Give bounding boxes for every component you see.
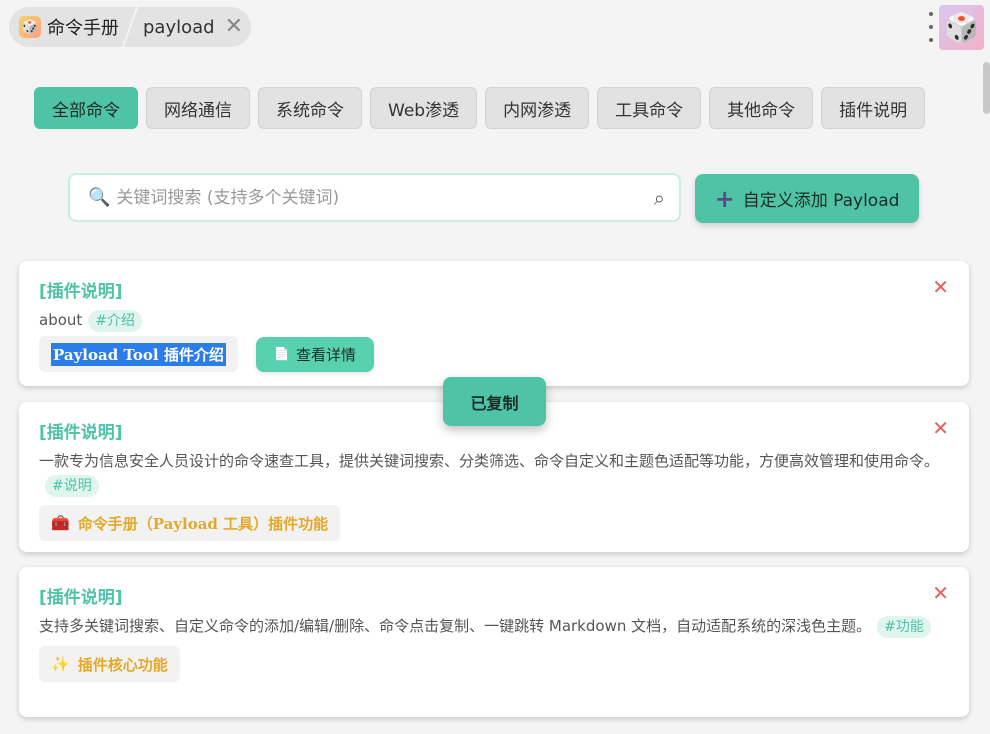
card-description: 支持多关键词搜索、自定义命令的添加/编辑/删除、命令点击复制、一键跳转 Mark… [39,614,949,638]
command-text: Payload Tool 插件介绍 [51,342,226,366]
top-bar: 🎲 命令手册 payload ✕ 🎲 [0,0,990,56]
delete-icon[interactable]: ✕ [932,416,949,440]
sparkles-icon: ✨ [51,655,70,673]
payload-tab[interactable]: payload ✕ [131,16,243,38]
command-box[interactable]: Payload Tool 插件介绍 [39,336,238,372]
tab-intranet-pentest[interactable]: 内网渗透 [485,87,590,129]
avatar[interactable]: 🎲 [939,5,984,50]
view-details-label: 查看详情 [296,345,357,364]
command-text: 命令手册（Payload 工具）插件功能 [77,514,329,533]
add-payload-label: 自定义添加 Payload [742,191,900,211]
plus-icon: + [714,184,735,213]
command-box[interactable]: ✨ 插件核心功能 [39,646,180,682]
card-description-text: 支持多关键词搜索、自定义命令的添加/编辑/删除、命令点击复制、一键跳转 Mark… [39,617,872,635]
more-menu-icon[interactable] [928,12,934,42]
dice-icon: 🎲 [944,11,979,44]
document-icon: 📄 [273,346,291,362]
card-category: [插件说明] [39,588,123,608]
card-tag: #说明 [45,475,99,497]
breadcrumb: 🎲 命令手册 payload ✕ [9,7,252,47]
app-title: 命令手册 [47,18,119,39]
view-details-button[interactable]: 📄 查看详情 [255,336,375,372]
card-description-text: 一款专为信息安全人员设计的命令速查工具，提供关键词搜索、分类筛选、命令自定义和主… [39,452,940,470]
command-card[interactable]: [插件说明] ✕ 支持多关键词搜索、自定义命令的添加/编辑/删除、命令点击复制、… [19,567,969,717]
card-tag: #介绍 [88,310,143,332]
card-description-text: about [39,311,83,329]
card-tag: #功能 [877,616,931,638]
search-input[interactable] [116,187,654,208]
command-card[interactable]: [插件说明] ✕ about #介绍 Payload Tool 插件介绍 📄 查看… [19,261,969,386]
toolbox-icon: 🧰 [51,514,70,532]
tab-label: payload [143,16,215,38]
tab-all-commands[interactable]: 全部命令 [34,87,138,129]
dice-icon: 🎲 [19,16,41,38]
close-icon[interactable]: ✕ [225,16,243,38]
command-box[interactable]: 🧰 命令手册（Payload 工具）插件功能 [39,505,341,541]
delete-icon[interactable]: ✕ [932,275,949,299]
card-description: 一款专为信息安全人员设计的命令速查工具，提供关键词搜索、分类筛选、命令自定义和主… [39,449,949,497]
add-payload-button[interactable]: + 自定义添加 Payload [695,174,919,223]
category-tabs: 全部命令 网络通信 系统命令 Web渗透 内网渗透 工具命令 其他命令 插件说明 [34,87,926,129]
card-description: about #介绍 [39,308,949,332]
card-category: [插件说明] [39,282,123,302]
copied-toast: 已复制 [443,377,546,426]
tab-other-commands[interactable]: 其他命令 [709,87,814,129]
scrollbar[interactable] [983,62,990,114]
tab-plugin-info[interactable]: 插件说明 [821,87,926,129]
app-crumb[interactable]: 🎲 命令手册 [19,14,129,40]
tab-system[interactable]: 系统命令 [258,87,362,129]
search-icon[interactable]: ⌕ [654,186,665,210]
tab-web-pentest[interactable]: Web渗透 [370,87,478,129]
magnifier-icon: 🔍 [88,187,111,208]
tab-network[interactable]: 网络通信 [146,87,250,129]
tab-tool-commands[interactable]: 工具命令 [597,87,702,129]
delete-icon[interactable]: ✕ [932,581,949,605]
search-bar: 🔍 ⌕ [68,173,681,222]
command-text: 插件核心功能 [77,655,168,674]
